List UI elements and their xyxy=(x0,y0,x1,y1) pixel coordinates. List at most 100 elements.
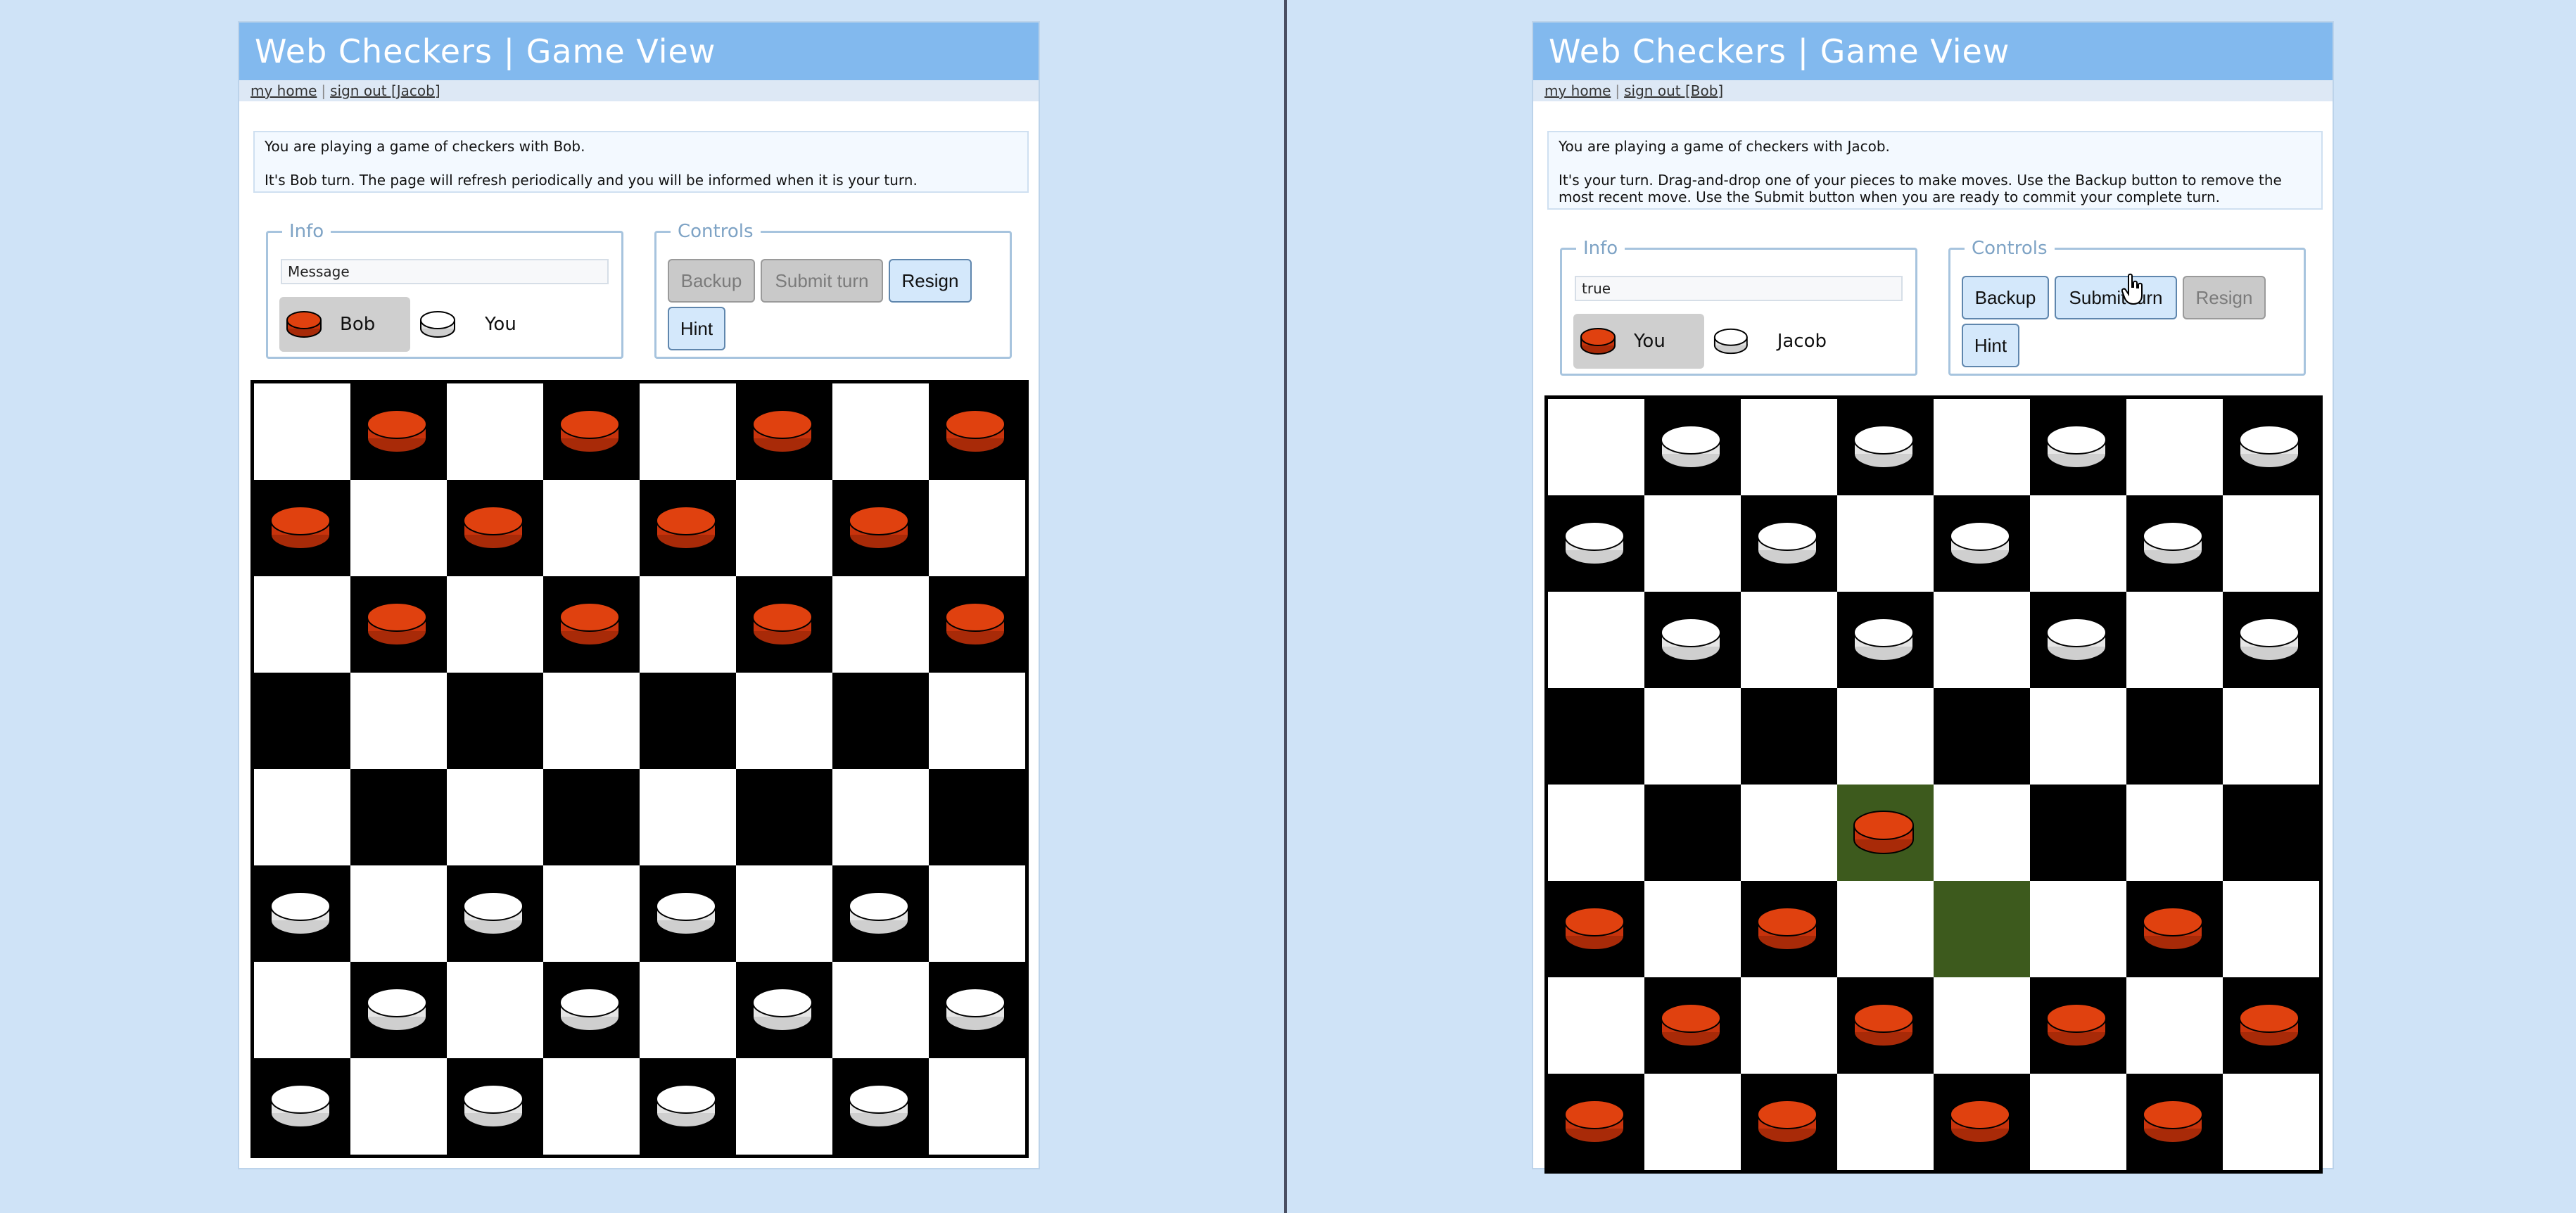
my-home-link[interactable]: my home xyxy=(250,82,317,99)
board-square[interactable] xyxy=(2126,399,2223,495)
board-square[interactable] xyxy=(2030,1074,2126,1170)
board-square[interactable] xyxy=(350,576,447,673)
red-checker-piece[interactable] xyxy=(1851,1000,1916,1050)
red-checker-piece[interactable] xyxy=(2140,903,2205,954)
board-square[interactable] xyxy=(447,962,543,1058)
board-square[interactable] xyxy=(640,769,736,865)
board-square[interactable] xyxy=(2126,785,2223,881)
board-square[interactable] xyxy=(2126,495,2223,592)
red-checker-piece[interactable] xyxy=(364,599,429,649)
board-square[interactable] xyxy=(2030,592,2126,688)
board-square[interactable] xyxy=(350,1058,447,1155)
board-square[interactable] xyxy=(254,383,350,480)
board-square[interactable] xyxy=(254,1058,350,1155)
board-square[interactable] xyxy=(832,865,929,962)
sign-out-link[interactable]: sign out [Bob] xyxy=(1624,82,1723,99)
red-checker-piece[interactable] xyxy=(750,406,815,457)
board-square[interactable] xyxy=(2030,785,2126,881)
board-square[interactable] xyxy=(1548,592,1644,688)
board-square[interactable] xyxy=(1644,881,1741,977)
board-square[interactable] xyxy=(1741,495,1837,592)
board-square[interactable] xyxy=(543,480,640,576)
white-checker-piece[interactable] xyxy=(2237,614,2302,665)
red-checker-piece[interactable] xyxy=(1851,807,1916,858)
board-square[interactable] xyxy=(2126,977,2223,1074)
white-checker-piece[interactable] xyxy=(846,1081,911,1131)
white-checker-piece[interactable] xyxy=(654,888,718,939)
board-square[interactable] xyxy=(447,865,543,962)
hint-button[interactable]: Hint xyxy=(668,307,725,350)
red-checker-piece[interactable] xyxy=(557,406,622,457)
board-square[interactable] xyxy=(543,673,640,769)
message-field[interactable] xyxy=(281,259,609,284)
resign-button[interactable]: Resign xyxy=(889,259,972,303)
white-checker-piece[interactable] xyxy=(268,888,333,939)
board-square[interactable] xyxy=(1548,399,1644,495)
board-square[interactable] xyxy=(1644,688,1741,785)
board-square[interactable] xyxy=(1644,1074,1741,1170)
board-square[interactable] xyxy=(929,769,1025,865)
board-square[interactable] xyxy=(254,673,350,769)
white-checker-piece[interactable] xyxy=(2140,518,2205,569)
board-square[interactable] xyxy=(350,673,447,769)
white-checker-piece[interactable] xyxy=(557,984,622,1035)
board-square[interactable] xyxy=(832,673,929,769)
red-checker-piece[interactable] xyxy=(1562,903,1627,954)
board-square[interactable] xyxy=(929,480,1025,576)
white-checker-piece[interactable] xyxy=(1658,421,1723,472)
white-checker-piece[interactable] xyxy=(654,1081,718,1131)
board-square[interactable] xyxy=(832,769,929,865)
board-square[interactable] xyxy=(2223,399,2319,495)
board-square[interactable] xyxy=(929,1058,1025,1155)
white-checker-piece[interactable] xyxy=(1851,614,1916,665)
board-square[interactable] xyxy=(2030,495,2126,592)
red-checker-piece[interactable] xyxy=(750,599,815,649)
board-square[interactable] xyxy=(640,383,736,480)
board-square[interactable] xyxy=(2223,688,2319,785)
board-square[interactable] xyxy=(1837,399,1934,495)
white-checker-piece[interactable] xyxy=(1658,614,1723,665)
board-square[interactable] xyxy=(447,1058,543,1155)
board-square[interactable] xyxy=(543,1058,640,1155)
board-square[interactable] xyxy=(1837,592,1934,688)
board-square[interactable] xyxy=(1837,1074,1934,1170)
board-square[interactable] xyxy=(832,383,929,480)
board-square[interactable] xyxy=(832,962,929,1058)
board-square[interactable] xyxy=(1934,1074,2030,1170)
board-square[interactable] xyxy=(640,673,736,769)
board-square[interactable] xyxy=(736,962,832,1058)
board-square[interactable] xyxy=(929,576,1025,673)
board-square[interactable] xyxy=(543,576,640,673)
sign-out-link[interactable]: sign out [Jacob] xyxy=(330,82,440,99)
my-home-link[interactable]: my home xyxy=(1544,82,1611,99)
board-square[interactable] xyxy=(736,865,832,962)
red-checker-piece[interactable] xyxy=(1948,1096,2012,1147)
board-square[interactable] xyxy=(1548,977,1644,1074)
board-square[interactable] xyxy=(1837,495,1934,592)
board-square[interactable] xyxy=(1934,881,2030,977)
board-square[interactable] xyxy=(447,769,543,865)
board-square[interactable] xyxy=(1837,785,1934,881)
board-square[interactable] xyxy=(640,480,736,576)
board-square[interactable] xyxy=(1741,977,1837,1074)
red-checker-piece[interactable] xyxy=(943,599,1008,649)
board-square[interactable] xyxy=(543,865,640,962)
board-square[interactable] xyxy=(736,673,832,769)
red-checker-piece[interactable] xyxy=(1755,1096,1820,1147)
white-checker-piece[interactable] xyxy=(364,984,429,1035)
board-square[interactable] xyxy=(350,865,447,962)
board-square[interactable] xyxy=(640,1058,736,1155)
board-square[interactable] xyxy=(1741,1074,1837,1170)
board-square[interactable] xyxy=(640,865,736,962)
submit-turn-button[interactable]: Submit turn xyxy=(761,259,883,303)
red-checker-piece[interactable] xyxy=(268,502,333,553)
board-square[interactable] xyxy=(350,480,447,576)
board-square[interactable] xyxy=(929,962,1025,1058)
board-square[interactable] xyxy=(1741,592,1837,688)
board-square[interactable] xyxy=(1644,785,1741,881)
board-square[interactable] xyxy=(254,576,350,673)
white-checker-piece[interactable] xyxy=(461,1081,526,1131)
red-checker-piece[interactable] xyxy=(1755,903,1820,954)
board-square[interactable] xyxy=(254,769,350,865)
board-square[interactable] xyxy=(2126,592,2223,688)
